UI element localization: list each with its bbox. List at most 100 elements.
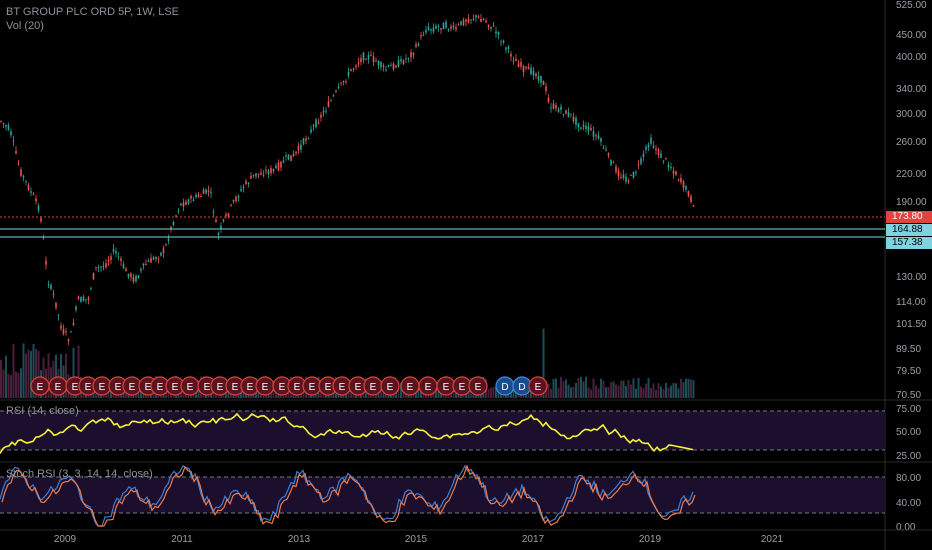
earnings-marker[interactable]: E [48, 376, 68, 396]
candle-body [522, 66, 525, 73]
candle-body [282, 160, 285, 163]
candle-body [87, 297, 90, 300]
svg-text:E: E [370, 382, 377, 393]
candle-body [410, 52, 412, 58]
candle-body [605, 149, 607, 151]
price-tick-label: 525.00 [896, 0, 927, 11]
candle-body [245, 180, 247, 184]
candle-body [195, 194, 197, 198]
volume-bar [690, 379, 692, 398]
candle-body [577, 123, 580, 128]
candle-body [260, 172, 262, 175]
svg-text:E: E [535, 382, 542, 393]
candle-body [485, 20, 487, 23]
candle-body [527, 66, 530, 70]
earnings-marker[interactable]: E [468, 376, 488, 396]
earnings-marker[interactable]: E [122, 376, 142, 396]
earnings-marker[interactable]: E [400, 376, 420, 396]
svg-text:E: E [425, 382, 432, 393]
stoch-band [0, 477, 885, 513]
candle-body [157, 258, 160, 260]
earnings-marker[interactable]: E [180, 376, 200, 396]
volume-bar [647, 378, 650, 398]
level-tag-2[interactable]: 157.38 [886, 237, 932, 249]
dividend-marker[interactable]: D [495, 376, 515, 396]
earnings-marker[interactable]: E [452, 376, 472, 396]
candle-body [277, 162, 280, 171]
candle-body [370, 54, 372, 56]
candle-body [202, 189, 205, 194]
earnings-marker[interactable]: E [436, 376, 456, 396]
candle-body [557, 108, 560, 113]
candle-body [517, 63, 520, 67]
dividend-marker[interactable]: D [512, 376, 532, 396]
earnings-marker[interactable]: E [528, 376, 548, 396]
rsi-axis[interactable]: 75.00 50.00 25.00 [896, 404, 921, 462]
earnings-marker[interactable]: E [92, 376, 112, 396]
candle-body [685, 186, 687, 190]
candle-body [552, 103, 555, 109]
earnings-marker[interactable]: E [302, 376, 322, 396]
volume-bar [487, 388, 490, 398]
candle-body [597, 135, 600, 139]
earnings-marker[interactable]: E [332, 376, 352, 396]
svg-text:E: E [262, 382, 269, 393]
rsi-tick-label: 25.00 [896, 451, 921, 462]
svg-text:E: E [339, 382, 346, 393]
earnings-marker[interactable]: E [380, 376, 400, 396]
earnings-marker[interactable]: E [363, 376, 383, 396]
candle-body [257, 173, 260, 175]
candle-body [127, 273, 130, 278]
candle-body [430, 29, 432, 31]
candle-body [135, 275, 137, 282]
candle-body [55, 302, 57, 308]
candle-body [467, 18, 470, 23]
candle-body [382, 65, 385, 67]
candle-body [110, 256, 112, 260]
candle-body [375, 60, 377, 62]
volume-bar [547, 383, 550, 398]
candle-body [215, 219, 217, 223]
volume-bar [650, 387, 652, 398]
level-tag-1[interactable]: 164.88 [886, 224, 932, 236]
candle-body [307, 137, 310, 139]
volume-bar [2, 369, 5, 398]
svg-text:E: E [475, 382, 482, 393]
candle-body [197, 194, 200, 197]
rsi-legend[interactable]: RSI (14, close) [6, 405, 79, 418]
candle-body [350, 68, 352, 71]
candle-body [100, 266, 102, 268]
svg-text:E: E [115, 382, 122, 393]
candle-body [105, 263, 107, 268]
time-tick-label: 2019 [639, 534, 662, 545]
symbol-legend[interactable]: BT GROUP PLC ORD 5P, 1W, LSE [6, 6, 179, 19]
svg-text:E: E [309, 382, 316, 393]
earnings-marker[interactable]: E [418, 376, 438, 396]
candle-body [512, 60, 515, 62]
candle-body [480, 18, 482, 23]
candle-body [390, 65, 392, 67]
volume-bar [637, 377, 640, 398]
volume-legend[interactable]: Vol (20) [6, 20, 44, 33]
rsi-tick-label: 75.00 [896, 404, 921, 415]
candle-body [665, 157, 667, 159]
candle-body [112, 248, 115, 252]
earnings-marker[interactable]: E [255, 376, 275, 396]
earnings-marker[interactable]: E [30, 376, 50, 396]
candle-body [322, 110, 325, 113]
candle-body [192, 199, 195, 202]
candle-body [367, 54, 370, 60]
volume-bar [562, 381, 565, 398]
svg-text:E: E [279, 382, 286, 393]
candle-body [445, 21, 447, 28]
candle-body [640, 158, 642, 164]
candle-body [442, 22, 445, 30]
rsi-tick-label: 50.00 [896, 427, 921, 438]
candle-body [90, 288, 92, 290]
candle-body [85, 299, 87, 301]
candle-body [535, 73, 537, 77]
candle-body [27, 184, 30, 191]
candle-body [615, 166, 617, 172]
stoch-legend[interactable]: Stoch RSI (3, 3, 14, 14, close) [6, 468, 153, 481]
svg-text:E: E [99, 382, 106, 393]
